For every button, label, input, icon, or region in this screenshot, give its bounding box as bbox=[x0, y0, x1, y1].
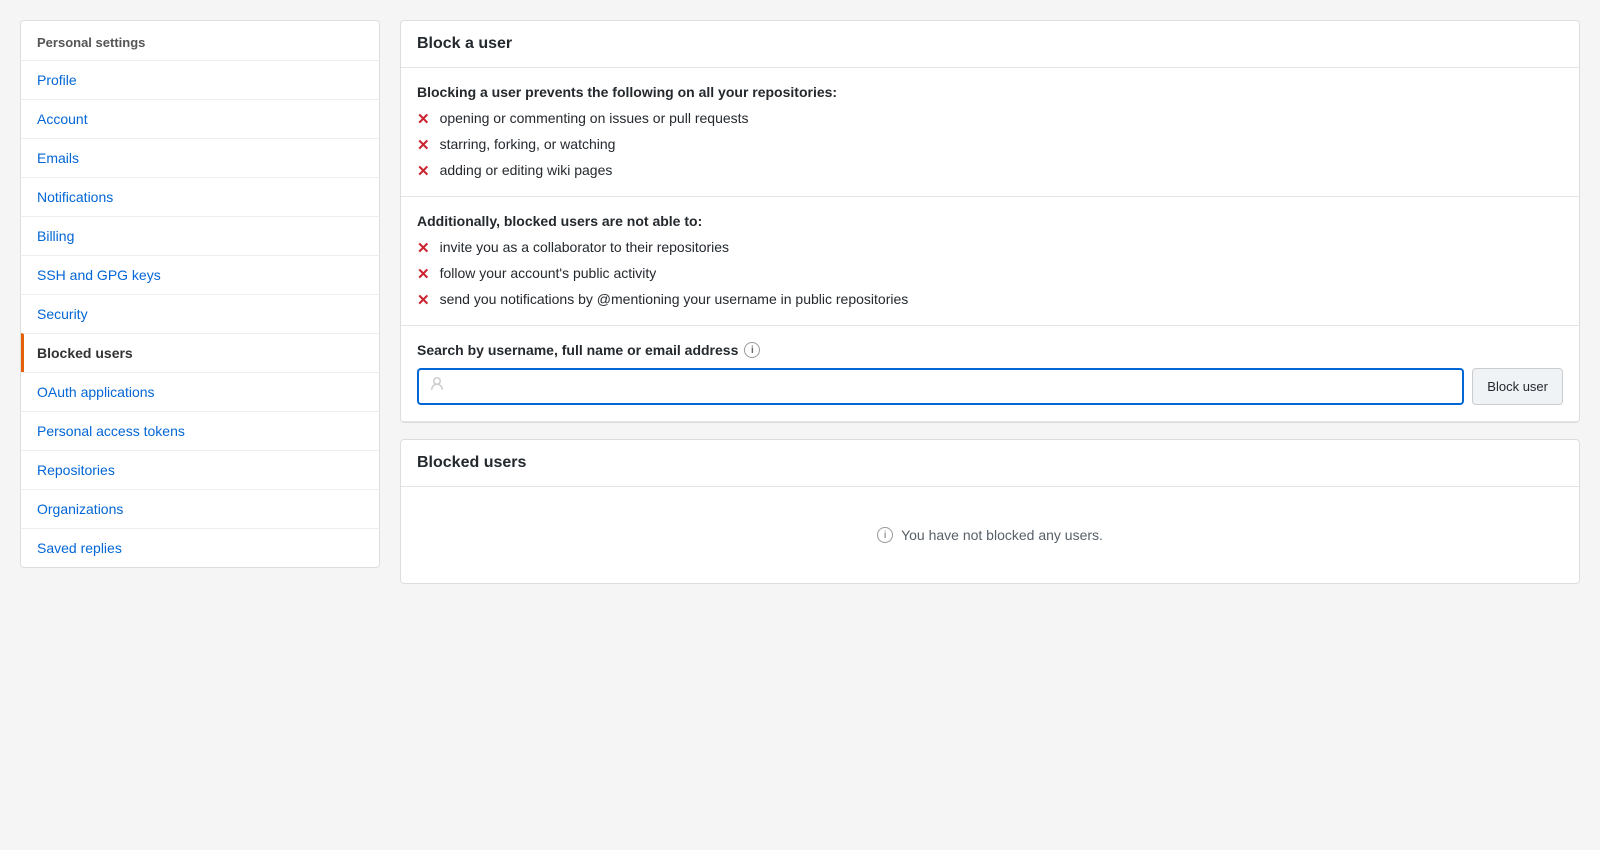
sidebar-item-oauth-applications[interactable]: OAuth applications bbox=[21, 372, 379, 411]
blocked-users-title: Blocked users bbox=[417, 454, 1563, 472]
search-label-text: Search by username, full name or email a… bbox=[417, 342, 738, 358]
x-icon: ✕ bbox=[417, 265, 430, 283]
search-label: Search by username, full name or email a… bbox=[417, 342, 1563, 358]
sidebar-item-security[interactable]: Security bbox=[21, 294, 379, 333]
block-a-user-card: Block a user Blocking a user prevents th… bbox=[400, 20, 1580, 423]
list-item: ✕ starring, forking, or watching bbox=[417, 136, 1563, 154]
search-info-icon[interactable]: i bbox=[744, 342, 760, 358]
blocking-prevents-heading: Blocking a user prevents the following o… bbox=[417, 84, 1563, 100]
sidebar-header: Personal settings bbox=[21, 21, 379, 60]
sidebar-item-saved-replies[interactable]: Saved replies bbox=[21, 528, 379, 567]
sidebar-item-notifications[interactable]: Notifications bbox=[21, 177, 379, 216]
x-icon: ✕ bbox=[417, 110, 430, 128]
search-row: Block user bbox=[417, 368, 1563, 405]
empty-state-text: You have not blocked any users. bbox=[901, 527, 1103, 543]
main-content: Block a user Blocking a user prevents th… bbox=[400, 20, 1580, 830]
list-item-text: starring, forking, or watching bbox=[440, 136, 616, 152]
empty-info-icon: i bbox=[877, 527, 893, 543]
blocked-users-header: Blocked users bbox=[401, 440, 1579, 487]
sidebar-item-profile[interactable]: Profile bbox=[21, 60, 379, 99]
sidebar-item-blocked-users[interactable]: Blocked users bbox=[21, 333, 379, 372]
block-a-user-title: Block a user bbox=[417, 35, 1563, 53]
list-item: ✕ invite you as a collaborator to their r… bbox=[417, 239, 1563, 257]
search-input[interactable] bbox=[453, 379, 1452, 395]
additionally-list: ✕ invite you as a collaborator to their r… bbox=[417, 239, 1563, 309]
block-user-button[interactable]: Block user bbox=[1472, 368, 1563, 405]
sidebar-item-account[interactable]: Account bbox=[21, 99, 379, 138]
list-item: ✕ follow your account's public activity bbox=[417, 265, 1563, 283]
sidebar-item-emails[interactable]: Emails bbox=[21, 138, 379, 177]
user-icon bbox=[429, 376, 445, 397]
list-item-text: adding or editing wiki pages bbox=[440, 162, 613, 178]
sidebar-item-personal-access-tokens[interactable]: Personal access tokens bbox=[21, 411, 379, 450]
x-icon: ✕ bbox=[417, 162, 430, 180]
blocking-prevents-list: ✕ opening or commenting on issues or pull… bbox=[417, 110, 1563, 180]
sidebar-item-ssh-gpg-keys[interactable]: SSH and GPG keys bbox=[21, 255, 379, 294]
list-item-text: invite you as a collaborator to their re… bbox=[440, 239, 729, 255]
list-item-text: send you notifications by @mentioning yo… bbox=[440, 291, 909, 307]
list-item: ✕ adding or editing wiki pages bbox=[417, 162, 1563, 180]
search-section: Search by username, full name or email a… bbox=[401, 326, 1579, 422]
blocking-prevents-section: Blocking a user prevents the following o… bbox=[401, 68, 1579, 197]
list-item-text: follow your account's public activity bbox=[440, 265, 657, 281]
search-input-wrap bbox=[417, 368, 1464, 405]
empty-state: i You have not blocked any users. bbox=[401, 487, 1579, 583]
x-icon: ✕ bbox=[417, 239, 430, 257]
list-item-text: opening or commenting on issues or pull … bbox=[440, 110, 749, 126]
block-a-user-header: Block a user bbox=[401, 21, 1579, 68]
x-icon: ✕ bbox=[417, 136, 430, 154]
sidebar-item-repositories[interactable]: Repositories bbox=[21, 450, 379, 489]
additionally-heading: Additionally, blocked users are not able… bbox=[417, 213, 1563, 229]
x-icon: ✕ bbox=[417, 291, 430, 309]
additionally-section: Additionally, blocked users are not able… bbox=[401, 197, 1579, 326]
list-item: ✕ send you notifications by @mentioning y… bbox=[417, 291, 1563, 309]
sidebar-item-organizations[interactable]: Organizations bbox=[21, 489, 379, 528]
blocked-users-card: Blocked users i You have not blocked any… bbox=[400, 439, 1580, 584]
sidebar-item-billing[interactable]: Billing bbox=[21, 216, 379, 255]
sidebar: Personal settings ProfileAccountEmailsNo… bbox=[20, 20, 380, 568]
list-item: ✕ opening or commenting on issues or pull… bbox=[417, 110, 1563, 128]
